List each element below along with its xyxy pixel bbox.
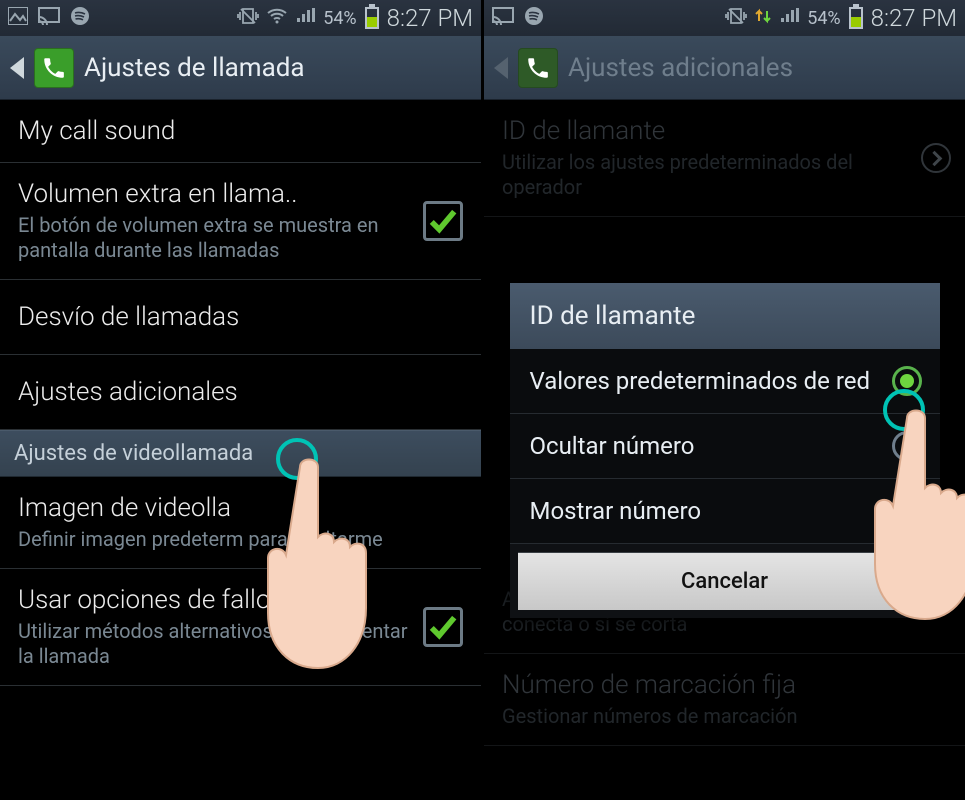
battery-percent: 54% bbox=[807, 8, 840, 29]
dialog-title: ID de llamante bbox=[510, 283, 940, 349]
spotify-icon bbox=[524, 6, 544, 31]
checkbox-icon[interactable] bbox=[423, 201, 463, 241]
option-show-number[interactable]: Mostrar número bbox=[510, 479, 940, 544]
dialog-overlay: ID de llamante Valores predeterminados d… bbox=[484, 100, 965, 800]
vibrate-icon bbox=[725, 6, 747, 31]
app-bar[interactable]: Ajustes de llamada bbox=[0, 36, 481, 100]
radio-icon[interactable] bbox=[892, 496, 922, 526]
option-network-default[interactable]: Valores predeterminados de red bbox=[510, 349, 940, 414]
option-hide-number[interactable]: Ocultar número bbox=[510, 414, 940, 479]
phone-icon bbox=[518, 48, 558, 88]
item-extra-volume[interactable]: Volumen extra en llama.. El botón de vol… bbox=[0, 163, 481, 280]
section-video: Ajustes de videollamada bbox=[0, 430, 481, 477]
item-fallback-options[interactable]: Usar opciones de fallo d.. Utilizar méto… bbox=[0, 569, 481, 686]
caller-id-dialog: ID de llamante Valores predeterminados d… bbox=[510, 283, 940, 618]
battery-icon bbox=[849, 7, 863, 29]
radio-icon[interactable] bbox=[892, 366, 922, 396]
cast-icon bbox=[38, 6, 60, 30]
status-bar: 54% 8:27 PM bbox=[484, 0, 965, 36]
app-bar[interactable]: Ajustes adicionales bbox=[484, 36, 965, 100]
app-bar-title: Ajustes adicionales bbox=[568, 53, 793, 83]
cancel-button[interactable]: Cancelar bbox=[518, 552, 932, 610]
gallery-icon bbox=[8, 6, 28, 30]
signal-icon bbox=[295, 8, 315, 29]
screen-left: 54% 8:27 PM Ajustes de llamada My call s… bbox=[0, 0, 481, 800]
cast-icon bbox=[492, 6, 514, 30]
checkbox-icon[interactable] bbox=[423, 607, 463, 647]
wifi-icon bbox=[267, 8, 287, 29]
vibrate-icon bbox=[237, 6, 259, 31]
status-clock: 8:27 PM bbox=[387, 4, 473, 32]
status-bar: 54% 8:27 PM bbox=[0, 0, 481, 36]
status-clock: 8:27 PM bbox=[871, 4, 957, 32]
spotify-icon bbox=[70, 6, 90, 31]
signal-icon bbox=[779, 8, 799, 29]
settings-list[interactable]: My call sound Volumen extra en llama.. E… bbox=[0, 100, 481, 686]
phone-icon bbox=[34, 48, 74, 88]
radio-icon[interactable] bbox=[892, 431, 922, 461]
app-bar-title: Ajustes de llamada bbox=[84, 53, 305, 83]
item-my-call-sound[interactable]: My call sound bbox=[0, 100, 481, 163]
item-additional-settings[interactable]: Ajustes adicionales bbox=[0, 355, 481, 430]
screen-right: 54% 8:27 PM Ajustes adicionales ID de ll… bbox=[484, 0, 965, 800]
item-call-forwarding[interactable]: Desvío de llamadas bbox=[0, 280, 481, 355]
back-icon[interactable] bbox=[494, 57, 508, 79]
data-traffic-icon bbox=[755, 7, 771, 30]
battery-percent: 54% bbox=[323, 8, 356, 29]
back-icon[interactable] bbox=[10, 57, 24, 79]
battery-icon bbox=[365, 7, 379, 29]
item-video-image[interactable]: Imagen de videolla Definir imagen predet… bbox=[0, 477, 481, 569]
